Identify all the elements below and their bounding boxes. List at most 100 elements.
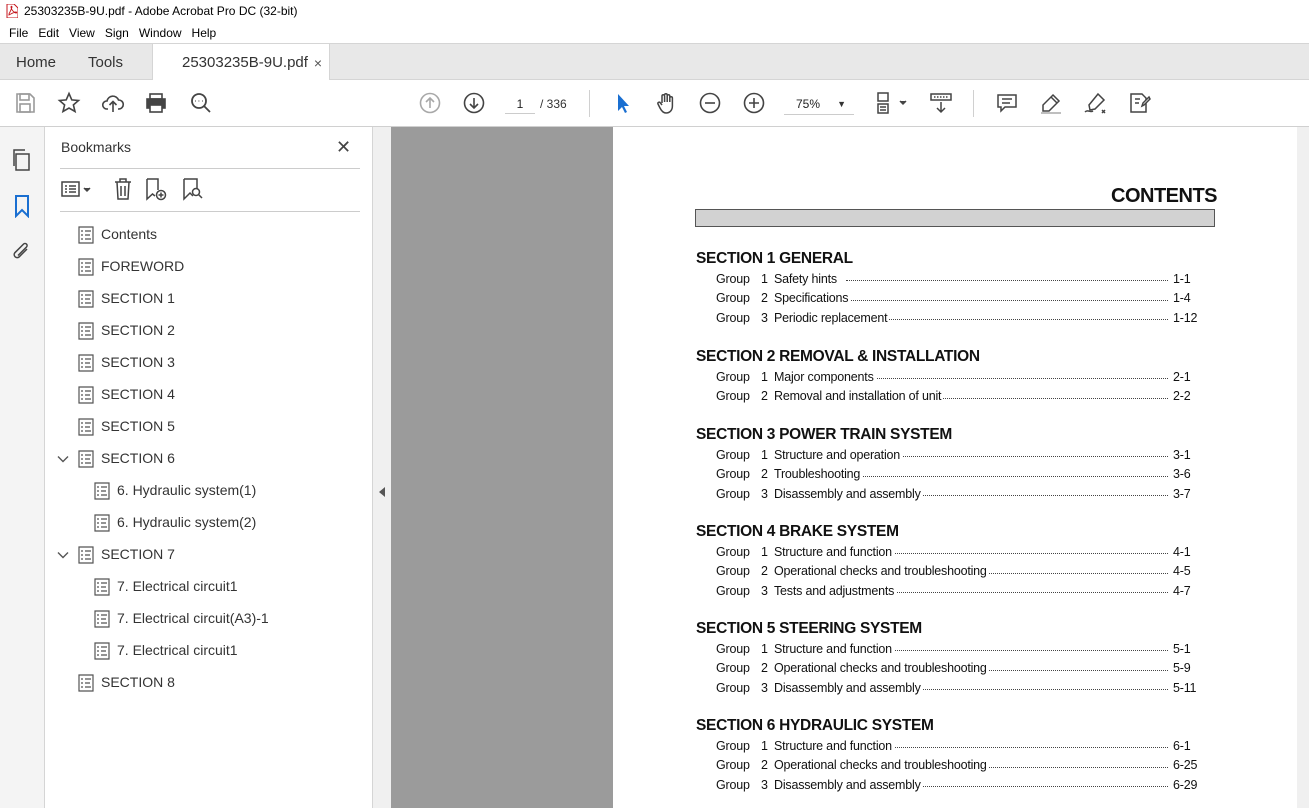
attachment-icon[interactable] [10,240,34,264]
page-number-input[interactable]: 1 [505,94,535,114]
toc-group-number: 2 [761,564,768,579]
toc-entry[interactable]: Group 3 Periodic replacement 1-12 [696,308,1216,328]
zoom-level-select[interactable]: 75% ▼ [784,93,854,115]
bookmark-foreword[interactable]: FOREWORD [45,251,373,283]
toc-page: 1-4 [1173,291,1191,306]
tab-document[interactable]: 25303235B-9U.pdf × [152,44,330,81]
star-icon[interactable] [56,90,82,116]
toc-entry[interactable]: Group 2 Operational checks and troubleshoo… [696,562,1216,582]
toc-group-number: 1 [761,271,768,286]
toc-entry[interactable]: Group 2 Removal and installation of unit 2-… [696,387,1216,407]
toc-group-name: Structure and function [774,544,894,559]
bookmark-label: SECTION 5 [101,418,175,434]
bookmark-node-icon [78,322,94,340]
menu-sign[interactable]: Sign [100,26,134,40]
toc-group-name: Removal and installation of unit [774,389,944,404]
toc-entry[interactable]: Group 1 Structure and function 6-1 [696,736,1216,756]
bookmark-label: SECTION 2 [101,322,175,338]
toc-group-number: 3 [761,486,768,501]
bookmark-icon[interactable] [10,194,34,218]
print-icon[interactable] [143,90,169,116]
scrolling-mode-icon[interactable] [928,90,954,116]
save-icon[interactable] [12,90,38,116]
toc-entry[interactable]: Group 1 Structure and function 5-1 [696,639,1216,659]
menu-help[interactable]: Help [187,26,222,40]
bookmark-electrical-1b[interactable]: 7. Electrical circuit1 [45,635,373,667]
panel-collapse-handle[interactable] [373,127,391,808]
toc-group-number: 3 [761,680,768,695]
toc-entry[interactable]: Group 2 Operational checks and troubleshoo… [696,756,1216,776]
bookmark-electrical-a3[interactable]: 7. Electrical circuit(A3)-1 [45,603,373,635]
toc-entry[interactable]: Group 1 Structure and function 4-1 [696,542,1216,562]
bookmark-section-1[interactable]: SECTION 1 [45,283,373,315]
bookmark-contents[interactable]: Contents [45,219,373,251]
close-tab-icon[interactable]: × [314,55,322,71]
bookmark-label: 7. Electrical circuit1 [117,642,238,658]
zoom-in-icon[interactable] [741,90,767,116]
toc-entry[interactable]: Group 2 Specifications 1-4 [696,289,1216,309]
toc-group-name: Tests and adjustments [774,583,897,598]
toc-entry[interactable]: Group 3 Tests and adjustments 4-7 [696,581,1216,601]
comment-icon[interactable] [994,90,1020,116]
draw-icon[interactable] [1082,90,1108,116]
page-display-icon[interactable] [872,90,910,116]
toc-entry[interactable]: Group 2 Operational checks and troubleshoo… [696,659,1216,679]
hand-tool-icon[interactable] [653,90,679,116]
find-bookmark-icon[interactable] [180,177,204,201]
bookmark-section-5[interactable]: SECTION 5 [45,411,373,443]
vertical-scrollbar[interactable] [1297,127,1309,808]
bookmark-hydraulic-2[interactable]: 6. Hydraulic system(2) [45,507,373,539]
bookmark-node-icon [94,514,110,532]
toc-group-number: 3 [761,583,768,598]
toc-entry[interactable]: Group 3 Disassembly and assembly 3-7 [696,484,1216,504]
toc-group-name: Operational checks and troubleshooting [774,564,989,579]
toc-entry[interactable]: Group 1 Major components 2-1 [696,367,1216,387]
menu-edit[interactable]: Edit [33,26,64,40]
chevron-down-icon[interactable] [57,549,69,561]
toc-entry[interactable]: Group 3 Disassembly and assembly 6-29 [696,775,1216,795]
select-tool-icon[interactable] [609,90,635,116]
menu-window[interactable]: Window [134,26,187,40]
bookmark-section-3[interactable]: SECTION 3 [45,347,373,379]
bookmark-node-icon [78,226,94,244]
bookmark-section-7[interactable]: SECTION 7 [45,539,373,571]
toc-entry[interactable]: Group 1 Safety hints 1-1 [696,269,1216,289]
bookmark-section-2[interactable]: SECTION 2 [45,315,373,347]
page-thumbnails-icon[interactable] [10,148,34,172]
toc-entry[interactable]: Group 1 Structure and operation 3-1 [696,445,1216,465]
bookmark-section-4[interactable]: SECTION 4 [45,379,373,411]
delete-bookmark-icon[interactable] [111,177,135,201]
toc-group-name: Operational checks and troubleshooting [774,758,989,773]
bookmark-section-8[interactable]: SECTION 8 [45,667,373,699]
next-page-icon[interactable] [461,90,487,116]
toc-group-number: 2 [761,758,768,773]
bookmark-label: 6. Hydraulic system(2) [117,514,257,530]
bookmark-hydraulic-1[interactable]: 6. Hydraulic system(1) [45,475,373,507]
menu-file[interactable]: File [4,26,33,40]
toc-leader [846,319,1168,320]
find-icon[interactable] [188,90,214,116]
fill-sign-icon[interactable] [1126,90,1152,116]
close-icon[interactable]: ✕ [336,137,354,157]
toc-section: SECTION 6 HYDRAULIC SYSTEM Group 1 Structu… [696,717,1216,795]
bookmark-node-icon [78,674,94,692]
tab-tools[interactable]: Tools [88,44,123,80]
options-menu-icon[interactable] [60,177,94,201]
toc-entry[interactable]: Group 2 Troubleshooting 3-6 [696,465,1216,485]
toc-page: 4-1 [1173,544,1191,559]
menu-view[interactable]: View [64,26,100,40]
zoom-out-icon[interactable] [697,90,723,116]
bookmark-electrical-1[interactable]: 7. Electrical circuit1 [45,571,373,603]
new-bookmark-icon[interactable] [143,177,167,201]
toc-leader [846,280,1168,281]
tab-home[interactable]: Home [16,44,56,80]
bookmark-section-6[interactable]: SECTION 6 [45,443,373,475]
toc-entry[interactable]: Group 3 Disassembly and assembly 5-11 [696,678,1216,698]
toc-group-number: 2 [761,389,768,404]
document-viewport[interactable]: CONTENTS SECTION 1 GENERAL Group 1 Safety … [391,127,1309,808]
cloud-upload-icon[interactable] [100,90,126,116]
previous-page-icon[interactable] [417,90,443,116]
highlight-icon[interactable] [1038,90,1064,116]
bookmark-node-icon [94,610,110,628]
chevron-down-icon[interactable] [57,453,69,465]
